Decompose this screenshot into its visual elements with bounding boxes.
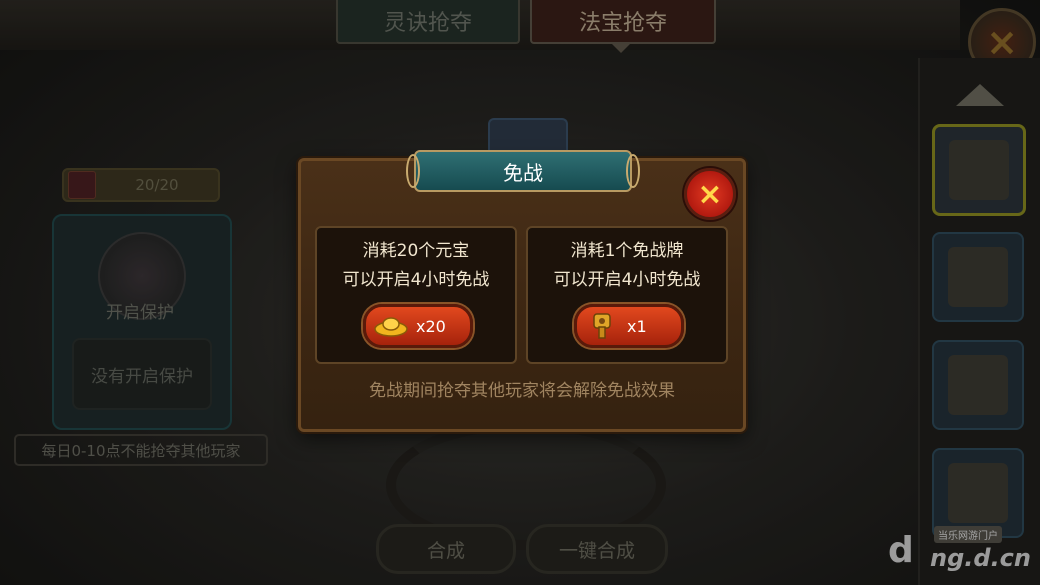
truce-token-icon <box>585 313 619 339</box>
option-effect-text: 可以开启4小时免战 <box>553 270 701 290</box>
option-cost-text: 消耗20个元宝 <box>362 241 470 261</box>
use-token-button[interactable]: x1 <box>574 304 684 348</box>
truce-rule-text: 免战期间抢夺其他玩家将会解除免战效果 <box>369 381 675 401</box>
option-effect-text: 可以开启4小时免战 <box>342 270 490 290</box>
close-icon[interactable]: × <box>684 168 736 220</box>
use-gold-button[interactable]: x20 <box>363 304 473 348</box>
gold-cost-count: x20 <box>416 316 446 336</box>
dialog-title: 免战 <box>406 150 640 192</box>
token-cost-count: x1 <box>627 316 647 336</box>
truce-option-gold: 消耗20个元宝 可以开启4小时免战 x20 <box>315 226 517 364</box>
truce-option-token: 消耗1个免战牌 可以开启4小时免战 x1 <box>526 226 728 364</box>
option-cost-text: 消耗1个免战牌 <box>570 241 684 261</box>
gold-ingot-icon <box>374 314 408 338</box>
